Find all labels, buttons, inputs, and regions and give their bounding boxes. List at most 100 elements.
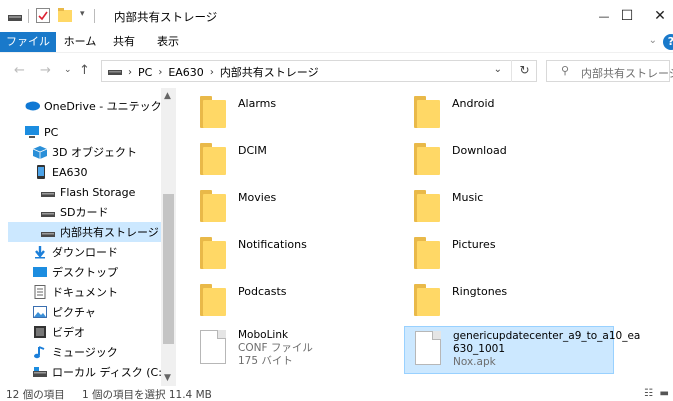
- folder-icon: [414, 284, 440, 316]
- nav-item-desktop[interactable]: デスクトップ: [32, 262, 176, 282]
- file-name-line2: 630_1001: [453, 343, 506, 355]
- window-title: 内部共有ストレージ: [114, 10, 218, 24]
- back-arrow-icon[interactable]: ←: [14, 63, 25, 78]
- close-button[interactable]: ✕: [637, 0, 673, 32]
- expand-ribbon-icon[interactable]: ⌄: [649, 35, 657, 46]
- folder-music[interactable]: Music: [404, 182, 614, 226]
- nav-item-onedrive[interactable]: OneDrive - ユニテック・ジャパ: [24, 96, 176, 116]
- tab-file[interactable]: ファイル: [0, 32, 56, 52]
- recent-locations-icon[interactable]: ⌄: [64, 65, 72, 75]
- folder-alarms[interactable]: Alarms: [190, 88, 400, 132]
- nav-item-label: Flash Storage: [60, 185, 136, 199]
- nav-item-label: SDカード: [60, 206, 109, 219]
- folder-name: Podcasts: [238, 285, 287, 298]
- tab-home[interactable]: ホーム: [60, 32, 100, 52]
- music-icon: [32, 345, 48, 359]
- disk-icon: [32, 365, 48, 379]
- nav-item-label: PC: [44, 125, 59, 139]
- nav-item-label: EA630: [52, 165, 88, 179]
- search-input[interactable]: ⚲ 内部共有ストレージ...: [546, 60, 673, 82]
- folder-download[interactable]: Download: [404, 135, 614, 179]
- folder-name: Download: [452, 144, 507, 157]
- folder-icon: [414, 96, 440, 128]
- nav-item-label: ビデオ: [52, 326, 85, 339]
- tab-share[interactable]: 共有: [106, 32, 142, 52]
- breadcrumb-ea630[interactable]: EA630: [168, 66, 203, 79]
- nav-item-flash-storage[interactable]: Flash Storage: [40, 182, 176, 202]
- breadcrumb-pc[interactable]: PC: [138, 66, 152, 79]
- file-type: CONF ファイル: [238, 342, 313, 354]
- nav-item-pc[interactable]: PC: [24, 122, 176, 142]
- refresh-button[interactable]: ↻: [511, 60, 537, 82]
- folder-podcasts[interactable]: Podcasts: [190, 276, 400, 320]
- folder-icon: [200, 143, 226, 175]
- address-bar-row: ← → ⌄ ↑ › PC › EA630 › 内部共有ストレージ ⌄ ↻ ⚲ 内…: [0, 52, 673, 88]
- nav-item-local-disk[interactable]: ローカル ディスク (C:): [32, 362, 176, 382]
- video-icon: [32, 325, 48, 339]
- drive-icon[interactable]: [8, 10, 22, 25]
- folder-pictures[interactable]: Pictures: [404, 229, 614, 273]
- folder-movies[interactable]: Movies: [190, 182, 400, 226]
- nav-item-sd-card[interactable]: SDカード: [40, 202, 176, 222]
- quick-access-dropdown-icon[interactable]: ▾: [80, 9, 85, 19]
- folder-notifications[interactable]: Notifications: [190, 229, 400, 273]
- nav-pane-scrollbar[interactable]: ▲ ▼: [161, 88, 176, 386]
- scroll-down-icon[interactable]: ▼: [164, 373, 171, 383]
- folder-name: Alarms: [238, 97, 277, 110]
- file-mobolink[interactable]: MoboLink CONF ファイル 175 バイト: [190, 326, 400, 374]
- documents-icon: [32, 285, 48, 299]
- nav-item-music[interactable]: ミュージック: [32, 342, 176, 362]
- breadcrumb-separator-icon[interactable]: ›: [158, 67, 162, 78]
- drive-icon: [40, 225, 56, 239]
- nav-item-label: 内部共有ストレージ: [60, 226, 159, 239]
- folder-android[interactable]: Android: [404, 88, 614, 132]
- desktop-icon: [32, 265, 48, 279]
- breadcrumb-separator-icon[interactable]: ›: [210, 67, 214, 78]
- details-view-icon[interactable]: ☷: [644, 388, 653, 399]
- folder-dcim[interactable]: DCIM: [190, 135, 400, 179]
- folder-icon: [200, 284, 226, 316]
- folder-icon: [200, 237, 226, 269]
- folder-icon: [414, 237, 440, 269]
- item-count: 12 個の項目: [6, 389, 65, 401]
- nav-item-3d-objects[interactable]: 3D オブジェクト: [32, 142, 176, 162]
- address-dropdown-icon[interactable]: ⌄: [494, 64, 502, 75]
- large-icons-view-icon[interactable]: ▬: [660, 388, 669, 399]
- download-icon: [32, 245, 48, 259]
- breadcrumb-separator-icon[interactable]: ›: [128, 67, 132, 78]
- forward-arrow-icon[interactable]: →: [40, 63, 51, 78]
- folder-icon: [414, 190, 440, 222]
- nav-item-ea630[interactable]: EA630: [32, 162, 176, 182]
- breadcrumb-internal-storage[interactable]: 内部共有ストレージ: [220, 64, 319, 80]
- file-name-line1: genericupdatecenter_a9_to_a10_ea: [453, 330, 641, 342]
- address-bar[interactable]: › PC › EA630 › 内部共有ストレージ ⌄: [101, 60, 537, 82]
- nav-item-internal-storage[interactable]: 内部共有ストレージ: [8, 222, 161, 242]
- file-icon: [415, 331, 441, 365]
- nav-item-documents[interactable]: ドキュメント: [32, 282, 176, 302]
- up-arrow-icon[interactable]: ↑: [79, 63, 90, 78]
- new-folder-icon[interactable]: [58, 8, 72, 25]
- tab-view[interactable]: 表示: [148, 32, 188, 52]
- scroll-up-icon[interactable]: ▲: [164, 91, 171, 101]
- file-genericupdatecenter-apk[interactable]: genericupdatecenter_a9_to_a10_ea 630_100…: [404, 326, 640, 374]
- folder-icon: [200, 96, 226, 128]
- folder-name: Music: [452, 191, 484, 204]
- folder-ringtones[interactable]: Ringtones: [404, 276, 614, 320]
- cloud-icon: [24, 99, 40, 113]
- folder-name: Notifications: [238, 238, 307, 251]
- title-separator: [28, 9, 29, 23]
- ribbon-tabs: ファイル ホーム 共有 表示 ⌄ ?: [0, 32, 673, 52]
- scrollbar-thumb[interactable]: [163, 194, 174, 344]
- folder-name: Movies: [238, 191, 277, 204]
- properties-icon[interactable]: [36, 8, 50, 26]
- title-bar: ▾ 内部共有ストレージ — ☐ ✕: [0, 0, 673, 32]
- file-name-line3: Nox.apk: [453, 356, 496, 368]
- nav-item-pictures[interactable]: ピクチャ: [32, 302, 176, 322]
- folder-name: Ringtones: [452, 285, 508, 298]
- folder-name: DCIM: [238, 144, 267, 157]
- nav-item-videos[interactable]: ビデオ: [32, 322, 176, 342]
- nav-item-downloads[interactable]: ダウンロード: [32, 242, 176, 262]
- nav-item-label: 3D オブジェクト: [52, 146, 137, 159]
- help-icon[interactable]: ?: [663, 34, 673, 50]
- file-icon: [200, 330, 226, 364]
